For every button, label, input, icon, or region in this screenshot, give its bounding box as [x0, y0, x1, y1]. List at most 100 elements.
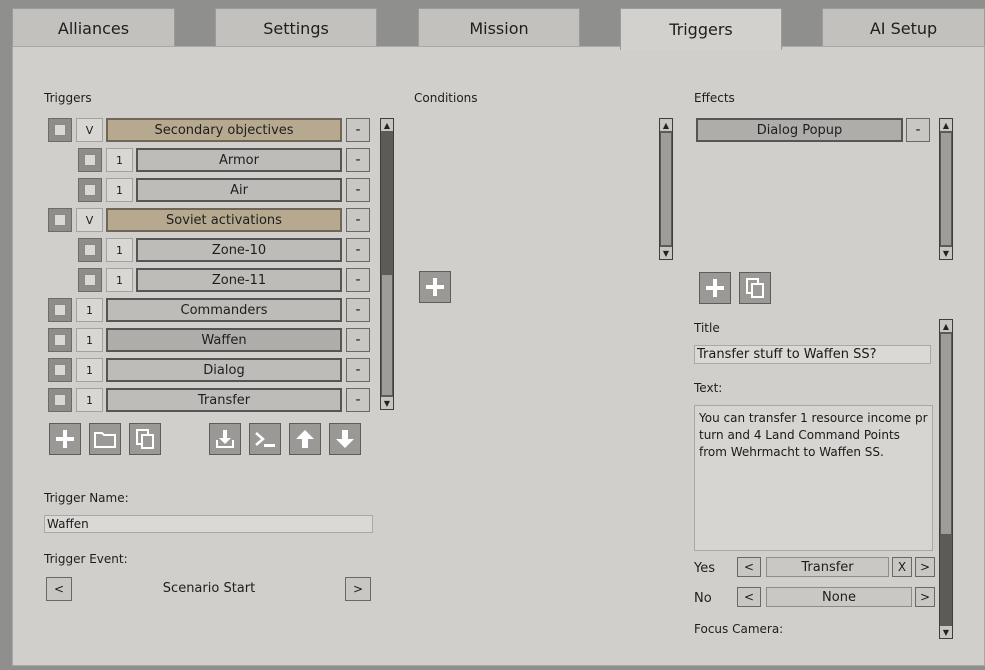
effects-scrollbar[interactable]: ▲ ▼ — [939, 118, 953, 260]
import-button[interactable] — [209, 423, 241, 455]
trigger-name-input[interactable]: Waffen — [44, 515, 373, 533]
conditions-scrollbar[interactable]: ▲ ▼ — [659, 118, 673, 260]
focus-camera-label: Focus Camera: — [694, 622, 784, 636]
effect-item[interactable]: Dialog Popup — [696, 118, 903, 142]
yes-next-button[interactable]: > — [915, 557, 935, 577]
scroll-up-icon[interactable]: ▲ — [940, 119, 952, 131]
remove-trigger-button[interactable]: - — [346, 148, 370, 172]
tab-triggers[interactable]: Triggers — [620, 8, 782, 50]
trigger-list-scrollbar[interactable]: ▲ ▼ — [380, 118, 394, 410]
trigger-repeat-count[interactable]: V — [76, 208, 103, 232]
effect-text-input[interactable]: You can transfer 1 resource income pr tu… — [694, 405, 933, 551]
trigger-checkbox[interactable] — [48, 328, 72, 352]
no-prev-button[interactable]: < — [737, 587, 761, 607]
remove-trigger-button[interactable]: - — [346, 388, 370, 412]
yes-prev-button[interactable]: < — [737, 557, 761, 577]
scroll-down-icon[interactable]: ▼ — [381, 397, 393, 409]
trigger-repeat-count[interactable]: V — [76, 118, 103, 142]
download-icon — [216, 430, 234, 448]
scroll-down-icon[interactable]: ▼ — [940, 626, 952, 638]
trigger-repeat-count[interactable]: 1 — [76, 298, 103, 322]
trigger-checkbox[interactable] — [78, 238, 102, 262]
tab-label: AI Setup — [869, 19, 938, 38]
trigger-item[interactable]: Zone-11 — [136, 268, 342, 292]
trigger-repeat-count[interactable]: 1 — [106, 148, 133, 172]
trigger-checkbox[interactable] — [48, 298, 72, 322]
plus-icon — [56, 430, 74, 448]
folder-icon — [94, 432, 116, 448]
remove-trigger-button[interactable]: - — [346, 358, 370, 382]
add-condition-button[interactable] — [419, 271, 451, 303]
remove-trigger-button[interactable]: - — [346, 238, 370, 262]
trigger-checkbox[interactable] — [48, 388, 72, 412]
plus-icon — [706, 279, 724, 297]
trigger-checkbox[interactable] — [78, 178, 102, 202]
trigger-repeat-count[interactable]: 1 — [76, 328, 103, 352]
remove-trigger-button[interactable]: - — [346, 208, 370, 232]
copy-trigger-button[interactable] — [129, 423, 161, 455]
scroll-thumb[interactable] — [941, 133, 951, 245]
effect-text-label: Text: — [694, 381, 723, 395]
effect-details-scrollbar[interactable]: ▲ ▼ — [939, 319, 953, 639]
scroll-thumb[interactable] — [382, 275, 392, 395]
triggers-heading: Triggers — [44, 91, 92, 105]
trigger-checkbox[interactable] — [48, 118, 72, 142]
trigger-repeat-count[interactable]: 1 — [106, 268, 133, 292]
scroll-up-icon[interactable]: ▲ — [940, 320, 952, 332]
tab-mission[interactable]: Mission — [418, 8, 580, 48]
remove-trigger-button[interactable]: - — [346, 298, 370, 322]
no-next-button[interactable]: > — [915, 587, 935, 607]
tab-ai-setup[interactable]: AI Setup — [822, 8, 985, 48]
trigger-item[interactable]: Waffen — [106, 328, 342, 352]
trigger-event-label: Trigger Event: — [44, 552, 128, 566]
trigger-repeat-count[interactable]: 1 — [106, 238, 133, 262]
scroll-thumb[interactable] — [661, 133, 671, 245]
copy-effect-button[interactable] — [739, 272, 771, 304]
remove-trigger-button[interactable]: - — [346, 178, 370, 202]
scroll-down-icon[interactable]: ▼ — [940, 247, 952, 259]
scroll-up-icon[interactable]: ▲ — [660, 119, 672, 131]
trigger-repeat-count[interactable]: 1 — [76, 358, 103, 382]
effect-title-input[interactable]: Transfer stuff to Waffen SS? — [694, 345, 931, 364]
scroll-thumb[interactable] — [941, 334, 951, 534]
console-button[interactable] — [249, 423, 281, 455]
trigger-repeat-count[interactable]: 1 — [76, 388, 103, 412]
plus-icon — [426, 278, 444, 296]
trigger-folder[interactable]: Secondary objectives — [106, 118, 342, 142]
trigger-checkbox[interactable] — [48, 358, 72, 382]
conditions-heading: Conditions — [414, 91, 478, 105]
remove-trigger-button[interactable]: - — [346, 328, 370, 352]
yes-label: Yes — [694, 561, 715, 576]
tab-alliances[interactable]: Alliances — [12, 8, 175, 48]
yes-clear-button[interactable]: X — [892, 557, 912, 577]
scroll-down-icon[interactable]: ▼ — [660, 247, 672, 259]
console-icon — [255, 432, 275, 447]
move-up-button[interactable] — [289, 423, 321, 455]
tab-settings[interactable]: Settings — [215, 8, 377, 48]
trigger-item[interactable]: Dialog — [106, 358, 342, 382]
trigger-item[interactable]: Zone-10 — [136, 238, 342, 262]
trigger-checkbox[interactable] — [78, 268, 102, 292]
add-folder-button[interactable] — [89, 423, 121, 455]
trigger-item[interactable]: Transfer — [106, 388, 342, 412]
trigger-folder[interactable]: Soviet activations — [106, 208, 342, 232]
remove-trigger-button[interactable]: - — [346, 118, 370, 142]
trigger-checkbox[interactable] — [48, 208, 72, 232]
add-effect-button[interactable] — [699, 272, 731, 304]
effects-heading: Effects — [694, 91, 735, 105]
trigger-checkbox[interactable] — [78, 148, 102, 172]
trigger-event-next-button[interactable]: > — [345, 577, 371, 601]
scroll-up-icon[interactable]: ▲ — [381, 119, 393, 131]
trigger-repeat-count[interactable]: 1 — [106, 178, 133, 202]
trigger-name-label: Trigger Name: — [44, 491, 129, 505]
add-trigger-button[interactable] — [49, 423, 81, 455]
trigger-item[interactable]: Commanders — [106, 298, 342, 322]
move-down-button[interactable] — [329, 423, 361, 455]
remove-effect-button[interactable]: - — [906, 118, 930, 142]
trigger-event-prev-button[interactable]: < — [46, 577, 72, 601]
no-label: No — [694, 591, 712, 606]
remove-trigger-button[interactable]: - — [346, 268, 370, 292]
trigger-item[interactable]: Air — [136, 178, 342, 202]
yes-value: Transfer — [766, 557, 889, 577]
trigger-item[interactable]: Armor — [136, 148, 342, 172]
